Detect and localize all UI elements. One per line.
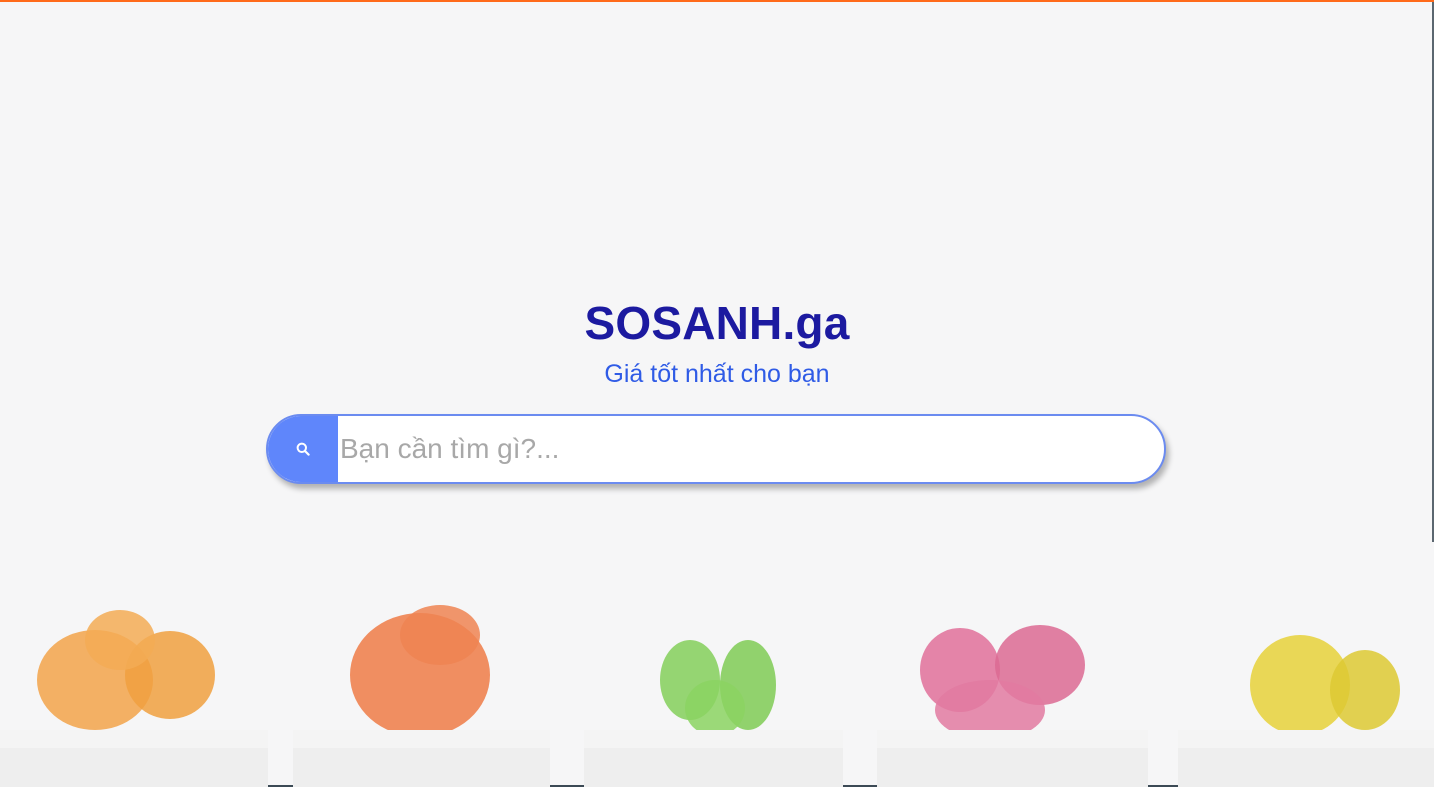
yellow-cactus-pot [1178,635,1434,787]
search-bar [266,414,1166,484]
green-cactus-pot [584,640,843,787]
search-button[interactable] [268,416,338,482]
search-input[interactable] [338,416,1164,482]
site-title: SOSANH.ga [584,297,850,349]
search-icon [296,442,310,456]
red-orange-cactus-pot [293,605,550,787]
pink-cactus-pot [877,625,1148,787]
site-tagline: Giá tốt nhất cho bạn [604,360,830,388]
orange-cactus-pot [0,610,268,787]
hero-section: SOSANH.ga Giá tốt nhất cho bạn [0,0,1434,787]
background-plants-image [0,605,1434,787]
